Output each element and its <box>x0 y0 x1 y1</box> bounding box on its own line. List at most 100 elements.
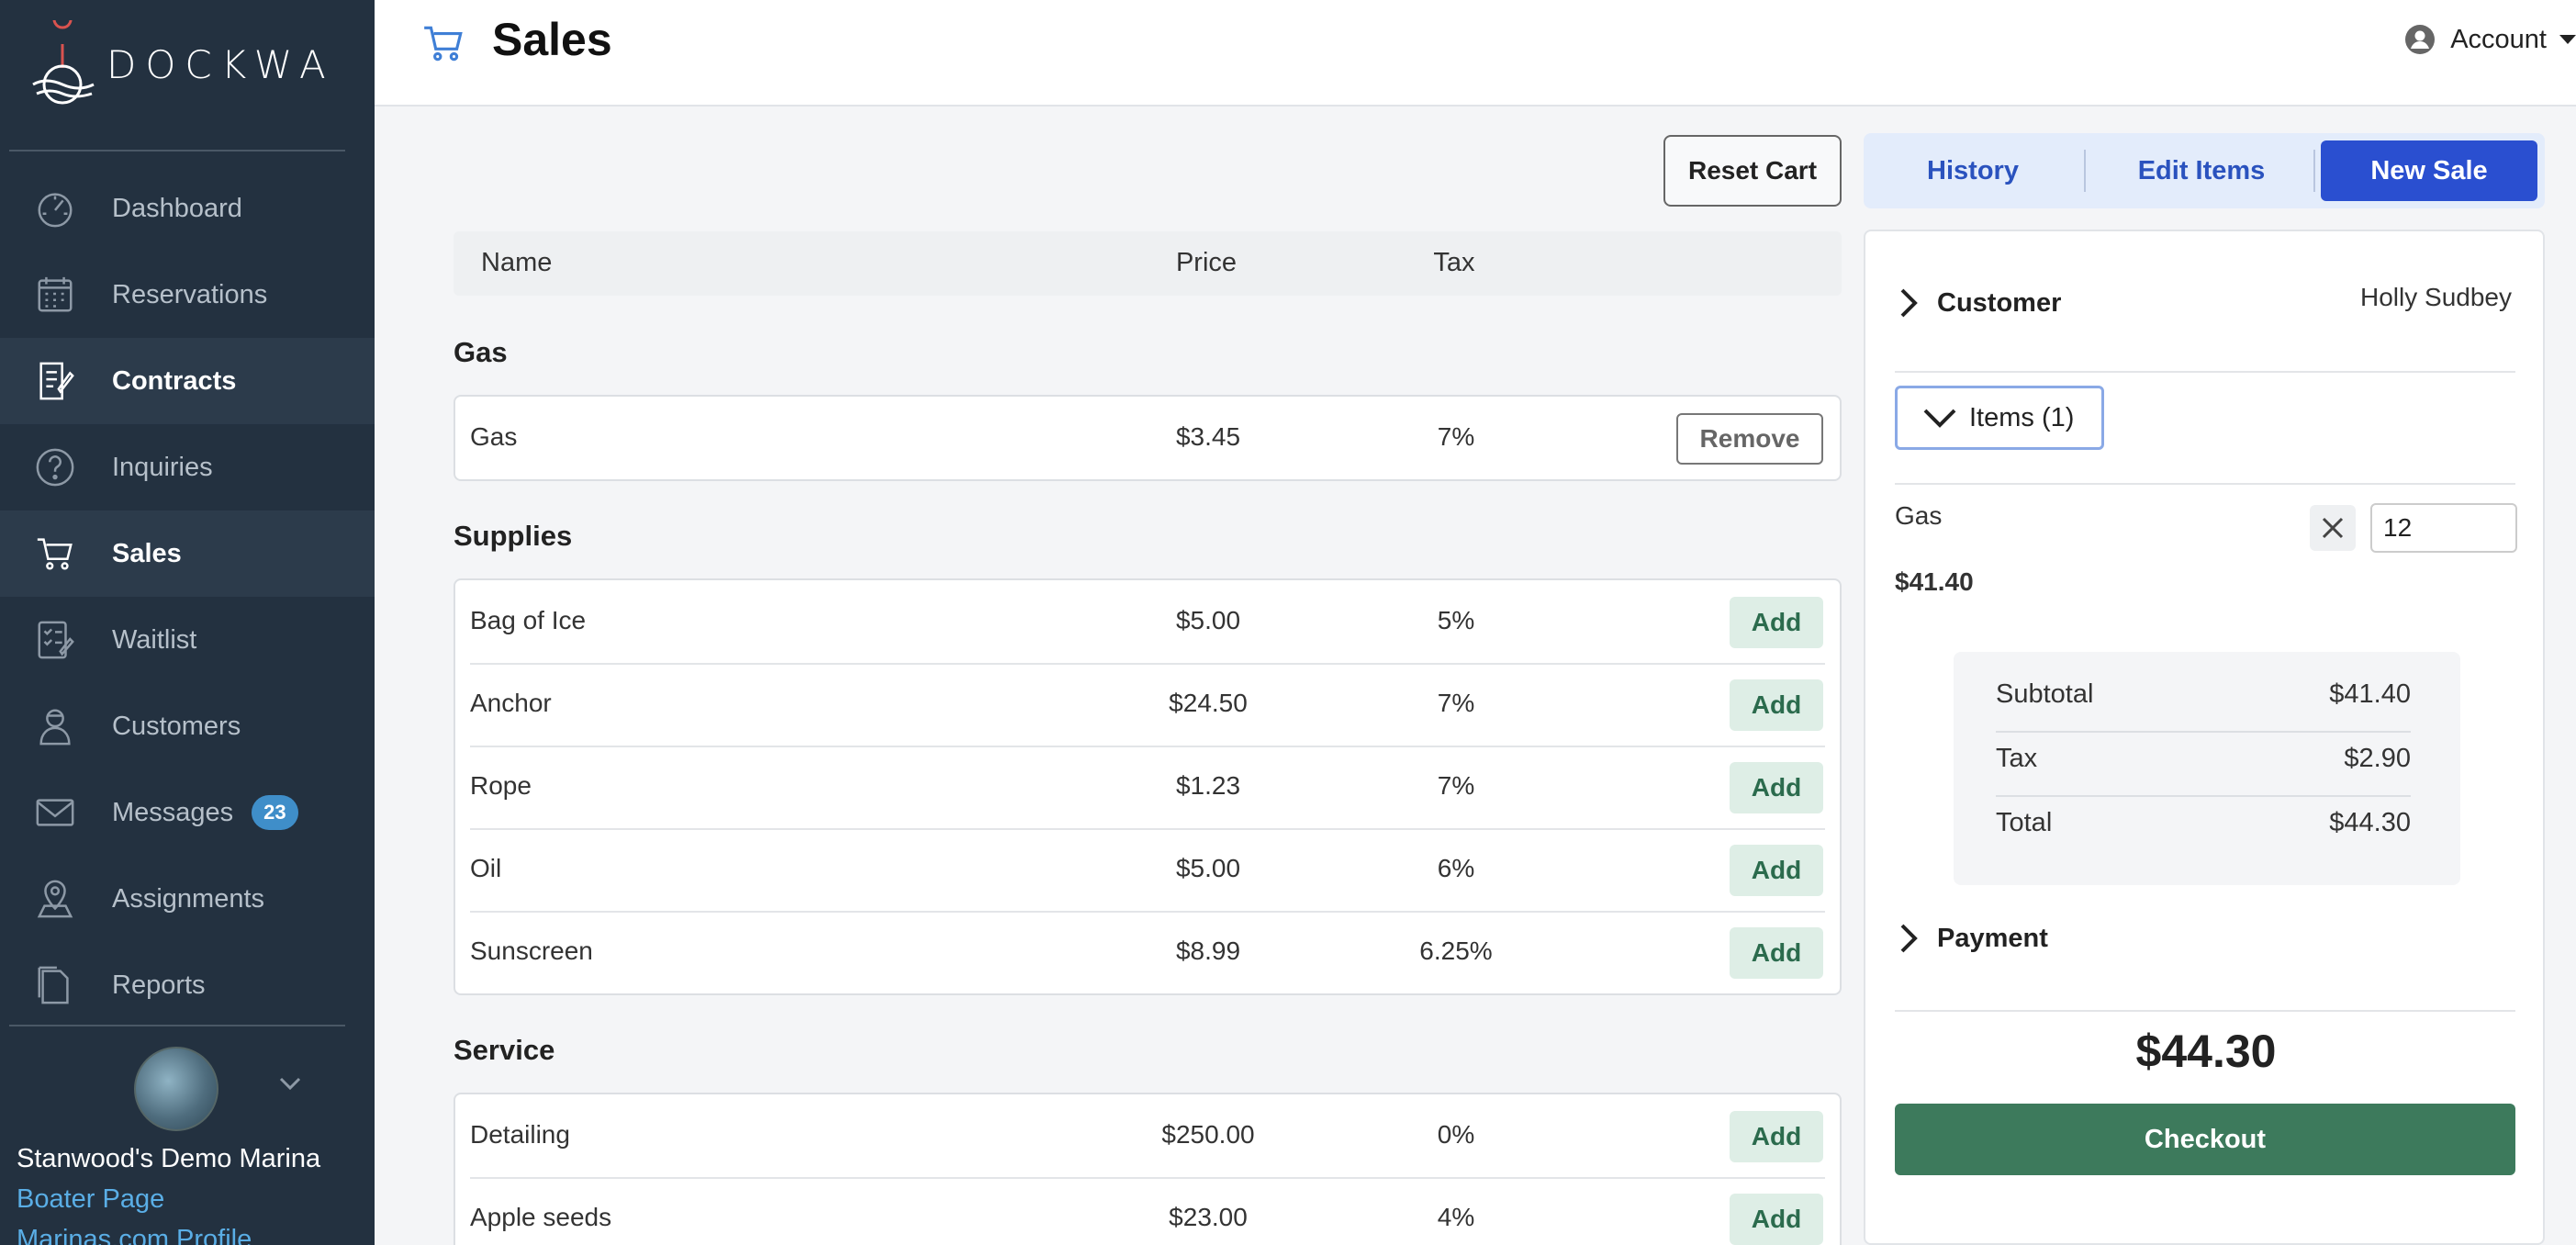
sidebar: DOCKWA Dashboard Reservations Contracts … <box>0 0 375 1245</box>
table-row: Oil $5.00 6% Add <box>455 828 1840 911</box>
item-price: $5.00 <box>1175 606 1241 634</box>
summary-value: $44.30 <box>2329 808 2411 837</box>
item-name: Anchor <box>470 689 552 717</box>
sidebar-item-label: Reports <box>112 970 206 1000</box>
avatar[interactable] <box>134 1047 218 1131</box>
sidebar-item-reservations[interactable]: Reservations <box>0 252 375 338</box>
summary-row-tax: Tax $2.90 <box>1996 744 2411 774</box>
table-row: Rope $1.23 7% Add <box>455 746 1840 828</box>
sidebar-item-label: Waitlist <box>112 624 197 655</box>
tab-history[interactable]: History <box>1873 140 2073 201</box>
item-tax: 7% <box>1437 771 1475 800</box>
column-header-price: Price <box>1175 248 1238 277</box>
cart-line-total: $41.40 <box>1895 567 1974 596</box>
page-title: Sales <box>492 14 612 65</box>
group-title-service: Service <box>454 1034 555 1066</box>
marinas-profile-link[interactable]: Marinas.com Profile <box>17 1225 252 1245</box>
close-icon <box>2322 517 2344 539</box>
dockwa-logo-icon <box>32 20 95 105</box>
table-row: Bag of Ice $5.00 5% Add <box>455 580 1840 663</box>
add-button[interactable]: Add <box>1730 1111 1823 1162</box>
table-header: Name Price Tax <box>454 231 1842 296</box>
question-icon <box>36 448 74 487</box>
table-row: Anchor $24.50 7% Add <box>455 663 1840 746</box>
order-summary: Subtotal $41.40 Tax $2.90 Total $44.30 <box>1954 652 2460 885</box>
summary-label: Subtotal <box>1996 679 2094 709</box>
item-price: $23.00 <box>1169 1203 1248 1231</box>
sidebar-item-sales[interactable]: Sales <box>0 510 375 597</box>
sidebar-item-waitlist[interactable]: Waitlist <box>0 597 375 683</box>
items-label: Items (1) <box>1969 402 2075 432</box>
customer-section-toggle[interactable]: Customer <box>1895 285 2061 321</box>
add-button[interactable]: Add <box>1730 845 1823 896</box>
divider <box>1895 371 2515 373</box>
cart-icon <box>424 26 463 62</box>
tab-divider <box>2313 150 2315 192</box>
dockwa-logo[interactable]: DOCKWA <box>28 18 358 110</box>
sidebar-item-reports[interactable]: Reports <box>0 942 375 1028</box>
account-label: Account <box>2450 24 2547 54</box>
sidebar-item-inquiries[interactable]: Inquiries <box>0 424 375 510</box>
map-pin-icon <box>37 880 73 918</box>
add-button[interactable]: Add <box>1730 597 1823 648</box>
sidebar-item-messages[interactable]: Messages 23 <box>0 769 375 856</box>
account-menu[interactable]: Account <box>2404 24 2576 55</box>
divider <box>1996 731 2411 733</box>
column-header-tax: Tax <box>1433 248 1475 277</box>
divider <box>1895 1010 2515 1012</box>
item-name: Sunscreen <box>470 937 593 965</box>
group-service: Detailing $250.00 0% Add Apple seeds $23… <box>454 1093 1842 1245</box>
item-name: Gas <box>470 422 518 451</box>
add-button[interactable]: Add <box>1730 1194 1823 1245</box>
item-tax: 7% <box>1437 689 1475 717</box>
customer-label: Customer <box>1937 287 2062 318</box>
sidebar-item-label: Messages <box>112 797 234 827</box>
item-tax: 4% <box>1437 1203 1475 1231</box>
tab-divider <box>2084 150 2086 192</box>
table-row: Apple seeds $23.00 4% Add <box>455 1177 1840 1245</box>
quantity-input[interactable] <box>2370 503 2517 553</box>
item-tax: 5% <box>1437 606 1475 634</box>
sidebar-item-label: Sales <box>112 538 182 568</box>
tab-edit-items[interactable]: Edit Items <box>2093 140 2310 201</box>
tab-new-sale[interactable]: New Sale <box>2321 140 2537 201</box>
remove-button[interactable]: Remove <box>1676 413 1823 465</box>
chevron-down-icon <box>1923 409 1956 428</box>
chevron-down-icon[interactable] <box>277 1071 303 1096</box>
group-title-gas: Gas <box>454 336 508 368</box>
sidebar-item-label: Reservations <box>112 279 268 309</box>
chevron-right-icon <box>1900 924 1918 953</box>
brand-name: DOCKWA <box>106 41 335 87</box>
payment-section-toggle[interactable]: Payment <box>1895 920 2048 957</box>
group-gas: Gas $3.45 7% Remove <box>454 395 1842 481</box>
sidebar-item-assignments[interactable]: Assignments <box>0 856 375 942</box>
item-price: $1.23 <box>1175 771 1241 800</box>
reset-cart-button[interactable]: Reset Cart <box>1663 135 1842 207</box>
item-name: Rope <box>470 771 532 800</box>
item-name: Detailing <box>470 1120 570 1149</box>
item-name: Apple seeds <box>470 1203 612 1231</box>
summary-value: $41.40 <box>2329 679 2411 709</box>
group-supplies: Bag of Ice $5.00 5% Add Anchor $24.50 7%… <box>454 578 1842 995</box>
add-button[interactable]: Add <box>1730 679 1823 731</box>
item-price: $5.00 <box>1175 854 1241 882</box>
summary-label: Tax <box>1996 744 2038 773</box>
cart-line-name: Gas <box>1895 501 1943 530</box>
sidebar-nav: Dashboard Reservations Contracts Inquiri… <box>0 165 375 1028</box>
sidebar-item-label: Contracts <box>112 365 237 396</box>
divider <box>9 150 345 151</box>
remove-line-button[interactable] <box>2310 505 2356 551</box>
document-icon <box>38 966 69 1004</box>
item-price: $24.50 <box>1169 689 1248 717</box>
table-row: Sunscreen $8.99 6.25% Add <box>455 911 1840 993</box>
cart-icon <box>37 538 73 570</box>
checkout-button[interactable]: Checkout <box>1895 1104 2515 1175</box>
items-section-toggle[interactable]: Items (1) <box>1895 386 2104 450</box>
boater-page-link[interactable]: Boater Page <box>17 1184 164 1215</box>
sidebar-item-contracts[interactable]: Contracts <box>0 338 375 424</box>
sidebar-item-dashboard[interactable]: Dashboard <box>0 165 375 252</box>
add-button[interactable]: Add <box>1730 927 1823 979</box>
sidebar-item-customers[interactable]: Customers <box>0 683 375 769</box>
add-button[interactable]: Add <box>1730 762 1823 813</box>
item-price: $8.99 <box>1175 937 1241 965</box>
